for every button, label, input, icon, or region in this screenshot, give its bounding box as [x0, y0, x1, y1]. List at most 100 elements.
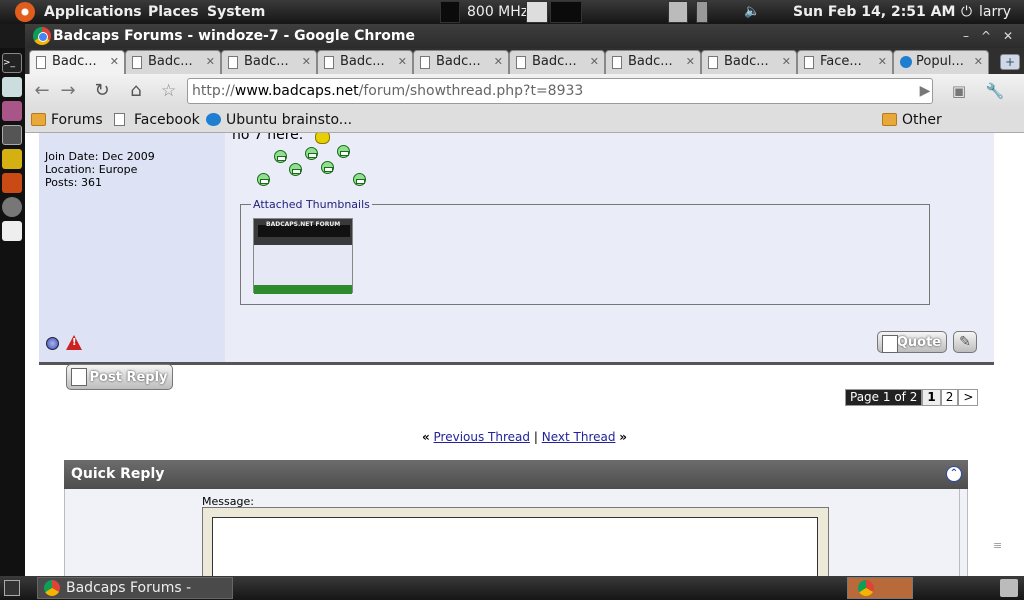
- multiquote-button[interactable]: ✎: [953, 331, 977, 353]
- close-tab-icon[interactable]: ✕: [782, 51, 791, 73]
- places-menu[interactable]: Places: [148, 0, 199, 24]
- document-icon: [882, 335, 898, 353]
- tab-10[interactable]: Popul... ✕: [893, 50, 989, 74]
- close-window-icon[interactable]: ✕: [999, 27, 1017, 45]
- collapse-icon[interactable]: ⌃: [946, 466, 962, 482]
- page-icon: [324, 56, 334, 69]
- system-monitor-graph: [550, 1, 582, 23]
- attachments-fieldset: Attached Thumbnails BADCAPS.NET FORUM: [240, 198, 930, 305]
- page-2-link[interactable]: 2: [940, 389, 959, 406]
- close-tab-icon[interactable]: ✕: [206, 51, 215, 73]
- close-tab-icon[interactable]: ✕: [302, 51, 311, 73]
- minimize-icon[interactable]: –: [957, 27, 975, 45]
- next-page-link[interactable]: >: [958, 389, 979, 406]
- tab-4[interactable]: Badc... ✕: [317, 50, 413, 74]
- show-desktop-icon[interactable]: [4, 580, 20, 596]
- report-post-icon[interactable]: [66, 335, 82, 350]
- attachment-thumbnail[interactable]: BADCAPS.NET FORUM: [253, 218, 353, 294]
- quote-button[interactable]: Quote: [877, 331, 947, 353]
- cpu-frequency: 800 MHz: [467, 4, 529, 20]
- tab-7[interactable]: Badc... ✕: [605, 50, 701, 74]
- thumb-footer: [254, 285, 352, 294]
- close-tab-icon[interactable]: ✕: [974, 51, 983, 73]
- reload-icon[interactable]: ↻: [90, 79, 114, 103]
- bookmark-star-icon[interactable]: ☆: [161, 81, 176, 101]
- page-icon: [804, 56, 814, 69]
- online-status-icon: [46, 337, 59, 350]
- close-tab-icon[interactable]: ✕: [686, 51, 695, 73]
- bookmark-facebook[interactable]: Facebook: [114, 107, 200, 133]
- close-tab-icon[interactable]: ✕: [398, 51, 407, 73]
- back-icon[interactable]: ←: [30, 79, 54, 103]
- go-icon[interactable]: ▶: [913, 79, 937, 103]
- tab-2[interactable]: Badc... ✕: [125, 50, 221, 74]
- power-icon[interactable]: ⏻: [961, 0, 972, 24]
- grin-smiley-icon: [337, 145, 350, 158]
- tab-5[interactable]: Badc... ✕: [413, 50, 509, 74]
- message-textarea[interactable]: [212, 517, 818, 576]
- forward-icon[interactable]: →: [56, 79, 80, 103]
- close-tab-icon[interactable]: ✕: [110, 51, 119, 73]
- grin-smiley-icon: [305, 147, 318, 160]
- address-bar[interactable]: http://www.badcaps.net/forum/showthread.…: [187, 78, 933, 104]
- ubuntu-logo-icon[interactable]: [15, 2, 35, 22]
- page-menu-icon[interactable]: ▣: [947, 79, 971, 103]
- clock[interactable]: Sun Feb 14, 2:51 AM: [793, 0, 955, 24]
- quick-reply-header: Quick Reply ⌃: [64, 460, 968, 489]
- bittorrent-icon[interactable]: [2, 149, 22, 169]
- maximize-icon[interactable]: ^: [977, 27, 995, 45]
- battery-icon[interactable]: [696, 1, 708, 23]
- post-reply-label: Post Reply: [89, 370, 168, 385]
- new-tab-button[interactable]: +: [1000, 54, 1020, 70]
- tab-8[interactable]: Badc... ✕: [701, 50, 797, 74]
- url-path: /forum/showthread.php?t=8933: [358, 83, 584, 99]
- post-divider: [39, 362, 994, 365]
- tab-1[interactable]: Badc... ✕: [29, 50, 125, 74]
- trash-icon[interactable]: [1000, 579, 1018, 597]
- bookmark-forums[interactable]: Forums: [31, 107, 103, 133]
- wrench-icon[interactable]: 🔧: [983, 79, 1007, 103]
- close-tab-icon[interactable]: ✕: [878, 51, 887, 73]
- window-title: Badcaps Forums - windoze-7 - Google Chro…: [53, 28, 415, 44]
- close-tab-icon[interactable]: ✕: [494, 51, 503, 73]
- tab-6[interactable]: Badc... ✕: [509, 50, 605, 74]
- bottom-panel: Badcaps Forums - win...: [0, 576, 1024, 600]
- applications-menu[interactable]: Applications: [44, 0, 142, 24]
- page-icon: [516, 56, 526, 69]
- title-bar: Badcaps Forums - windoze-7 - Google Chro…: [25, 24, 1024, 48]
- taskbar-chrome-window[interactable]: Badcaps Forums - win...: [37, 577, 233, 599]
- user-name[interactable]: larry: [979, 0, 1011, 24]
- bookmark-label: Ubuntu brainsto...: [226, 112, 353, 128]
- home-icon[interactable]: ⌂: [124, 79, 148, 103]
- attachments-legend: Attached Thumbnails: [251, 198, 372, 211]
- post-reply-button[interactable]: Post Reply: [66, 364, 173, 390]
- workspace-switcher[interactable]: [847, 577, 913, 599]
- top-panel: Applications Places System 800 MHz 🔈 Sun…: [0, 0, 1024, 24]
- volume-icon[interactable]: 🔈: [744, 0, 760, 24]
- thread-nav-separator: |: [533, 430, 538, 444]
- network-icon[interactable]: [668, 1, 688, 23]
- mail-icon[interactable]: [2, 77, 22, 97]
- prev-quote-mark: «: [421, 430, 430, 444]
- next-thread-link[interactable]: Next Thread: [542, 430, 616, 444]
- thread-navigation: « Previous Thread | Next Thread »: [25, 430, 1024, 444]
- bookmark-ubuntu-brainstorm[interactable]: Ubuntu brainsto...: [206, 107, 352, 133]
- tab-9[interactable]: Face... ✕: [797, 50, 893, 74]
- document-icon: [71, 368, 87, 386]
- bookmark-label: Forums: [51, 112, 103, 128]
- fire-icon[interactable]: [2, 173, 22, 193]
- close-tab-icon[interactable]: ✕: [590, 51, 599, 73]
- previous-thread-link[interactable]: Previous Thread: [434, 430, 531, 444]
- chrome-logo-icon: [44, 580, 60, 596]
- tab-label: Badc...: [628, 54, 673, 69]
- url-scheme: http://: [192, 83, 235, 99]
- settings-gear-icon[interactable]: [2, 197, 22, 217]
- terminal-icon[interactable]: >_: [2, 53, 22, 73]
- document-icon[interactable]: [2, 101, 22, 121]
- tab-3[interactable]: Badc... ✕: [221, 50, 317, 74]
- thumb-caption: BADCAPS.NET FORUM: [266, 221, 341, 228]
- drive-icon[interactable]: [2, 125, 22, 145]
- system-menu[interactable]: System: [207, 0, 265, 24]
- cards-game-icon[interactable]: [2, 221, 22, 241]
- chrome-logo-icon[interactable]: [33, 27, 51, 45]
